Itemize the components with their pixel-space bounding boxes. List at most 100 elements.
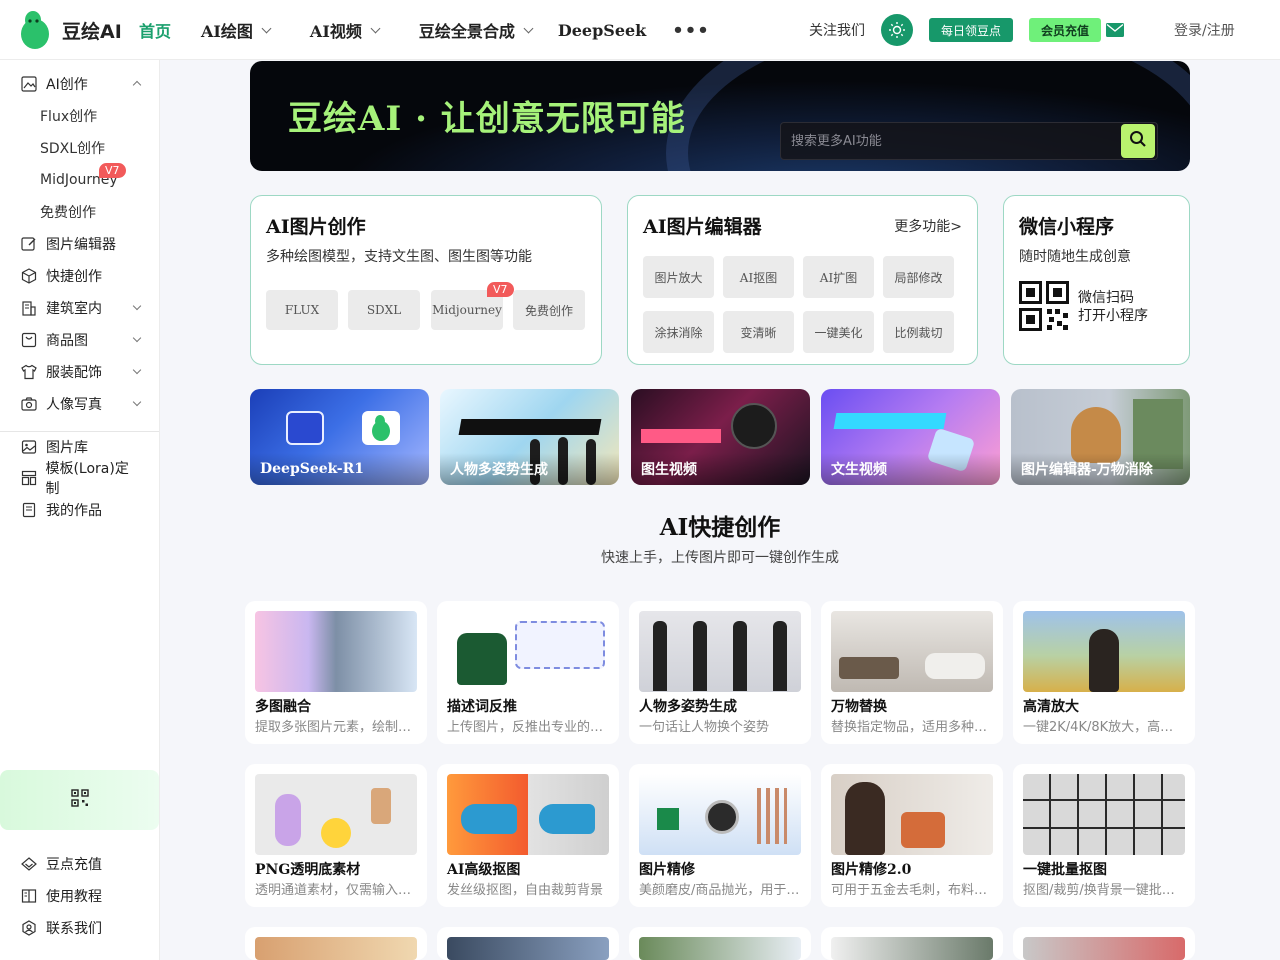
tool-erase-button[interactable]: 涂抹消除 (643, 311, 714, 353)
tool-card-prompt-reverse[interactable]: 描述词反推 上传图片，反推出专业的描述词 (437, 601, 619, 744)
edit-image-icon (20, 235, 38, 253)
figure-helmet (731, 403, 777, 449)
sidebar-item-recharge[interactable]: 豆点充值 (20, 852, 140, 876)
more-features-link[interactable]: 更多功能> (894, 216, 962, 236)
tool-card-partial[interactable] (629, 927, 811, 960)
contact-icon (20, 919, 38, 937)
card-subtitle: 随时随地生成创意 (1019, 249, 1131, 265)
tool-thumbnail (831, 611, 993, 692)
section-subtitle: 快速上手，上传图片即可一键创作生成 (601, 550, 839, 566)
sidebar-item-tutorial[interactable]: 使用教程 (20, 884, 140, 908)
figure-silhouette (693, 621, 707, 691)
promo-multi-pose[interactable]: 人物多姿势生成 (440, 389, 619, 485)
login-register-link[interactable]: 登录/注册 (1174, 0, 1235, 60)
sidebar-item-lora[interactable]: 模板(Lora)定制 (20, 461, 140, 497)
promo-image-to-video[interactable]: 图生视频 (631, 389, 810, 485)
card-ai-image-editor: AI图片编辑器 更多功能> 图片放大 AI抠图 AI扩图 局部修改 涂抹消除 变… (627, 195, 978, 365)
tool-title: 万物替换 (831, 699, 887, 715)
tool-title: 人物多姿势生成 (639, 699, 737, 715)
promo-label: DeepSeek-R1 (250, 453, 429, 485)
card-wechat-miniprogram[interactable]: 微信小程序 随时随地生成创意 微信扫码 打开小程序 (1003, 195, 1190, 365)
tool-card-multi-fusion[interactable]: 多图融合 提取多张图片元素，绘制创意图片 (245, 601, 427, 744)
watch-figure (705, 800, 739, 834)
chevron-down-icon (132, 333, 142, 343)
sidebar-sub-flux[interactable]: Flux创作 (40, 106, 97, 126)
qr-code-icon (70, 789, 89, 811)
model-flux-button[interactable]: FLUX (266, 290, 338, 330)
model-free-button[interactable]: 免费创作 (513, 290, 585, 330)
tool-card-retouch[interactable]: 图片精修 美颜磨皮/商品抛光，用于多种场景 (629, 764, 811, 907)
nav-ai-video[interactable]: AI视频 (310, 18, 381, 42)
promo-label: 图片编辑器-万物消除 (1011, 453, 1190, 485)
tool-card-multi-pose[interactable]: 人物多姿势生成 一句话让人物换个姿势 (629, 601, 811, 744)
sidebar-item-quick[interactable]: 快捷创作 (20, 264, 140, 288)
vip-recharge-button[interactable]: 会员充值 (1029, 0, 1102, 60)
deepseek-logo-icon (286, 411, 324, 445)
tool-thumbnail (447, 937, 609, 960)
sidebar-item-architecture[interactable]: 建筑室内 (20, 296, 142, 320)
sidebar-item-ai-create[interactable]: AI创作 (20, 72, 142, 96)
theme-toggle-button[interactable] (881, 0, 913, 60)
follow-us-link[interactable]: 关注我们 (809, 0, 865, 60)
search-button[interactable] (1121, 124, 1155, 158)
nav-ai-draw[interactable]: AI绘图 (201, 18, 272, 42)
daily-points-button[interactable]: 每日领豆点 (929, 0, 1014, 60)
nav-home[interactable]: 首页 (139, 18, 171, 42)
template-icon (20, 469, 37, 487)
tool-card-partial[interactable] (1013, 927, 1195, 960)
promo-headline-block (641, 429, 721, 443)
promo-text-to-video[interactable]: 文生视频 (821, 389, 1000, 485)
promo-deepseek[interactable]: DeepSeek-R1 (250, 389, 429, 485)
promo-headline-block (458, 419, 602, 435)
sidebar-item-contact[interactable]: 联系我们 (20, 916, 140, 940)
tool-upscale-button[interactable]: 图片放大 (643, 256, 714, 298)
tool-description: 一键2K/4K/8K放大，高清修复 (1023, 720, 1185, 735)
more-menu-icon[interactable]: ••• (672, 20, 710, 41)
model-sdxl-button[interactable]: SDXL (348, 290, 420, 330)
search-input[interactable] (781, 123, 1121, 159)
nav-ai-draw-label: AI绘图 (201, 22, 253, 41)
sidebar-item-gallery[interactable]: 图片库 (20, 435, 140, 459)
qr-code-button[interactable] (0, 770, 159, 830)
mail-icon[interactable] (1106, 0, 1124, 60)
tool-card-batch-matting[interactable]: 一键批量抠图 抠图/裁剪/换背景一键批量处理 (1013, 764, 1195, 907)
search-icon (1129, 130, 1147, 152)
tool-sharpen-button[interactable]: 变清晰 (723, 311, 794, 353)
sidebar-sub-sdxl[interactable]: SDXL创作 (40, 138, 105, 158)
sidebar-item-product[interactable]: 商品图 (20, 328, 142, 352)
sidebar-item-label: 建筑室内 (46, 301, 102, 317)
tool-matting-button[interactable]: AI抠图 (723, 256, 794, 298)
sidebar-item-label: AI创作 (46, 77, 88, 93)
armchair-figure (457, 633, 507, 685)
tool-beautify-button[interactable]: 一键美化 (803, 311, 874, 353)
hero-banner: 豆绘AI · 让创意无限可能 (250, 61, 1190, 171)
tool-crop-button[interactable]: 比例裁切 (883, 311, 954, 353)
tool-card-upscale[interactable]: 高清放大 一键2K/4K/8K放大，高清修复 (1013, 601, 1195, 744)
tool-card-png-transparent[interactable]: PNG透明底素材 透明通道素材，仅需输入描述词 (245, 764, 427, 907)
nav-deepseek[interactable]: DeepSeek (558, 21, 646, 40)
figure-silhouette (1089, 629, 1119, 692)
logo[interactable]: 豆绘AI (20, 10, 122, 50)
nav-panorama[interactable]: 豆绘全景合成 (419, 18, 534, 42)
tool-card-partial[interactable] (437, 927, 619, 960)
tool-title: 图片精修 (639, 862, 695, 878)
promo-object-eraser[interactable]: 图片编辑器-万物消除 (1011, 389, 1190, 485)
tool-outpaint-button[interactable]: AI扩图 (803, 256, 874, 298)
tool-card-retouch-v2[interactable]: 图片精修2.0 可用于五金去毛刺，布料去褶皱 (821, 764, 1003, 907)
sidebar-sub-free[interactable]: 免费创作 (40, 202, 96, 222)
bean-logo-icon (362, 411, 400, 445)
sidebar-item-label: 快捷创作 (46, 269, 102, 285)
tool-card-advanced-matting[interactable]: AI高级抠图 发丝级抠图，自由裁剪背景 (437, 764, 619, 907)
card-ai-image-create[interactable]: AI图片创作 多种绘图模型，支持文生图、图生图等功能 FLUX SDXL Mid… (250, 195, 602, 365)
card-title: AI图片编辑器 (643, 216, 762, 238)
sidebar-item-portrait[interactable]: 人像写真 (20, 392, 142, 416)
sidebar-item-clothing[interactable]: 服装配饰 (20, 360, 142, 384)
sidebar-item-label: 图片编辑器 (46, 237, 116, 253)
chevron-down-icon (132, 301, 142, 311)
tool-card-object-replace[interactable]: 万物替换 替换指定物品，适用多种场景 (821, 601, 1003, 744)
tool-inpaint-button[interactable]: 局部修改 (883, 256, 954, 298)
sidebar-item-editor[interactable]: 图片编辑器 (20, 232, 140, 256)
tool-card-partial[interactable] (245, 927, 427, 960)
tool-card-partial[interactable] (821, 927, 1003, 960)
v7-badge: V7 (487, 282, 514, 297)
